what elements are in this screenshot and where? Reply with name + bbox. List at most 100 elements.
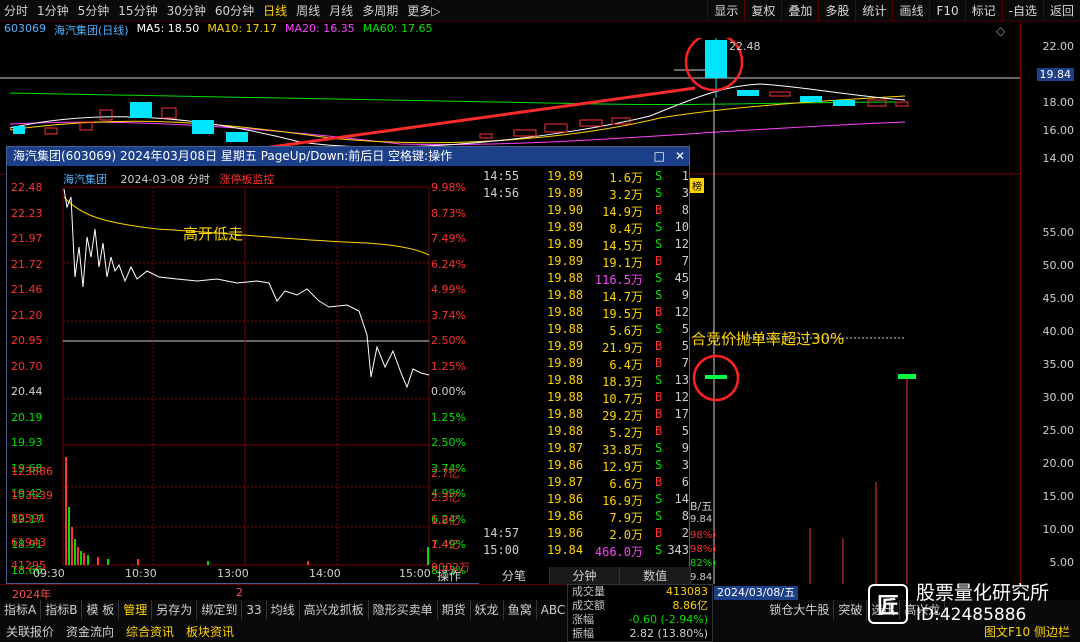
settings-icon[interactable]: ◇ (996, 24, 1005, 38)
indicator-tab[interactable]: 突破 (834, 600, 868, 620)
tick-side: S (655, 288, 663, 302)
watermark-title: 股票量化研究所 (916, 582, 1050, 604)
toolbar-button[interactable]: 标记 (964, 0, 1002, 22)
toolbar-button[interactable]: 返回 (1042, 0, 1080, 22)
timeframe-tab[interactable]: 日线 (263, 2, 287, 19)
tick-side: B (655, 475, 663, 489)
indicator-tab[interactable]: 33 (242, 600, 267, 620)
timeframe-tab[interactable]: 30分钟 (167, 2, 206, 19)
toolbar-button[interactable]: 复权 (744, 0, 781, 22)
indicator-tab[interactable]: 隐形买卖单 (369, 600, 438, 620)
info-value: 413083 (666, 585, 708, 598)
tick-volume: 1.6万 (609, 171, 643, 185)
logo-icon: 匠 (868, 584, 908, 624)
tick-row: 19.86 12.9万 S 3 (479, 458, 691, 475)
maximize-icon[interactable]: □ (654, 147, 665, 166)
indicator-tab[interactable]: 均线 (267, 600, 300, 620)
candle (544, 123, 568, 133)
indicator-tab[interactable]: 管理 (119, 600, 153, 620)
close-icon[interactable]: ✕ (675, 147, 685, 166)
watermark: 匠 股票量化研究所 ID:42485886 (868, 580, 1078, 628)
indicator-tab[interactable]: 鱼窝 (504, 600, 537, 620)
toolbar-button[interactable]: 显示 (707, 0, 744, 22)
candle (513, 129, 537, 137)
tick-list[interactable]: 14:55 19.89 1.6万 S 1 14:56 19.89 3.2万 S 3 19.90 14.… (479, 167, 691, 565)
indicator-tab[interactable]: 期货 (438, 600, 471, 620)
info-tab[interactable]: 关联报价 (0, 623, 60, 640)
indicator-tab[interactable]: 模 板 (82, 600, 120, 620)
info-tab[interactable]: 板块资讯 (180, 623, 240, 640)
candle (800, 96, 822, 102)
timeframe-tab[interactable]: 60分钟 (215, 2, 254, 19)
tick-price: 19.89 (547, 220, 584, 234)
toolbar-button[interactable]: 画线 (892, 0, 929, 22)
timeframe-tab[interactable]: 月线 (329, 2, 353, 19)
tick-count: 7 (681, 356, 689, 370)
toolbar-button[interactable]: F10 (929, 0, 964, 22)
ma5-label: MA5: 18.50 (136, 22, 200, 35)
info-key: 涨幅 (572, 613, 594, 626)
tick-side: S (655, 322, 663, 336)
info-tab[interactable]: 资金流向 (60, 623, 120, 640)
timeline-strip: 2024年 2 (0, 584, 567, 601)
toolbar-button[interactable]: 统计 (855, 0, 892, 22)
tick-tab[interactable]: 数值 (620, 567, 692, 585)
toolbar-button[interactable]: -自选 (1001, 0, 1043, 22)
tick-row: 19.89 8.4万 S 10 (479, 220, 691, 237)
ma-legend: 603069 海汽集团(日线) MA5: 18.50 MA10: 17.17 M… (0, 22, 432, 38)
indicator-tab[interactable]: 妖龙 (471, 600, 504, 620)
tick-volume: 116.5万 (594, 273, 643, 287)
toolbar-button[interactable]: 叠加 (781, 0, 818, 22)
indicator-tab[interactable]: 高兴龙抓板 (300, 600, 369, 620)
tick-price: 19.86 (547, 492, 584, 506)
toolbar-button[interactable]: 多股 (818, 0, 855, 22)
tick-row: 19.89 14.5万 S 12 (479, 237, 691, 254)
tick-price: 19.89 (547, 339, 584, 353)
tick-count: 3 (681, 458, 689, 472)
tick-volume: 19.1万 (602, 256, 643, 270)
tick-side: B (655, 305, 663, 319)
info-key: 成交量 (572, 585, 605, 598)
info-row: 涨幅 -0.60 (-2.94%) (568, 613, 712, 627)
timeframe-tab[interactable]: 分时 (4, 2, 28, 19)
current-price-tag: 19.84 (1036, 68, 1074, 81)
watermark-id: ID:42485886 (916, 605, 1027, 625)
timeframe-tab[interactable]: 多周期 (362, 2, 398, 19)
tick-tab[interactable]: 分笔 (479, 567, 550, 585)
indicator-tab[interactable]: ABC (537, 600, 571, 620)
indicator-tab[interactable]: 绑定到 (197, 600, 243, 620)
tick-price: 19.86 (547, 509, 584, 523)
operate-button[interactable]: 操作 (437, 567, 461, 584)
minute-chart[interactable]: 海汽集团 2024-03-08 分时 涨停板监控 22.48 22.23 21.97… (7, 167, 477, 598)
tick-tab[interactable]: 分钟 (549, 567, 621, 585)
tick-row: 19.88 5.2万 B 5 (479, 424, 691, 441)
ma60-label: MA60: 17.65 (362, 22, 433, 35)
tick-side: B (655, 356, 663, 370)
indicator-tab[interactable]: 另存为 (152, 600, 198, 620)
tick-price: 19.90 (547, 203, 584, 217)
tick-count: 8 (681, 203, 689, 217)
tick-side: S (655, 543, 663, 557)
tick-volume: 8.4万 (609, 222, 643, 236)
info-tab[interactable]: 综合资讯 (120, 623, 180, 640)
timeframe-tab[interactable]: 周线 (296, 2, 320, 19)
tick-price: 19.86 (547, 458, 584, 472)
candle (579, 119, 603, 127)
candle (130, 102, 152, 118)
indicator-tab[interactable]: 指标A (0, 600, 42, 620)
tick-count: 8 (681, 509, 689, 523)
timeframe-tab[interactable]: 15分钟 (118, 2, 157, 19)
volume-axis-label: 45.00 (1042, 292, 1075, 305)
indicator-tab[interactable]: 指标B (41, 600, 83, 620)
timeframe-tab[interactable]: 1分钟 (37, 2, 69, 19)
tick-count: 5 (681, 339, 689, 353)
indicator-tab[interactable]: 锁仓大牛股 (765, 600, 835, 620)
tick-row: 19.89 6.4万 B 7 (479, 356, 691, 373)
timeframe-tab[interactable]: 更多▷ (407, 2, 440, 19)
volume-axis-label: 30.00 (1042, 391, 1075, 404)
minute-time-label: 13:00 (217, 567, 249, 580)
timeframe-tab[interactable]: 5分钟 (78, 2, 110, 19)
tick-count: 3 (681, 186, 689, 200)
high-price-label: 22.48 (729, 40, 761, 53)
month-label: 2 (236, 586, 243, 599)
